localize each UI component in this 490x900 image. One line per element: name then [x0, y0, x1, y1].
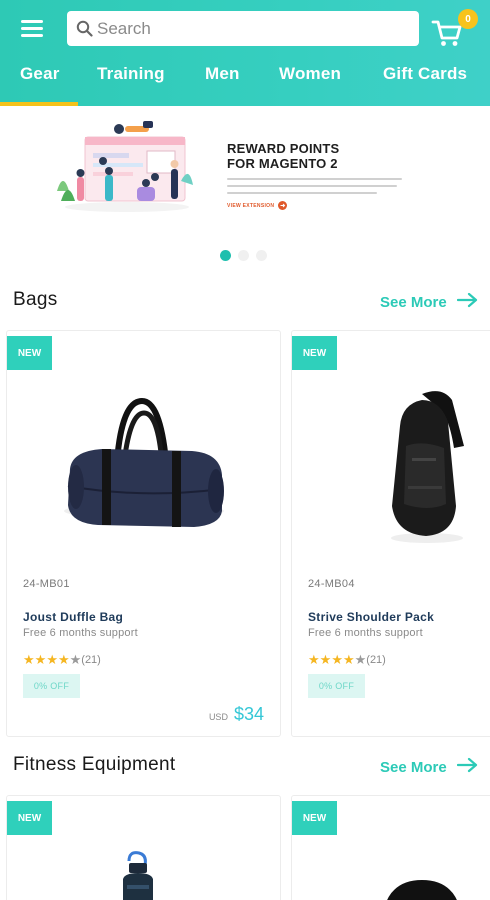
product-name[interactable]: Strive Shoulder Pack	[308, 610, 434, 624]
star-icon: ★	[34, 652, 47, 667]
product-rating: ★ ★ ★ ★ ★ (21)	[23, 653, 101, 666]
product-subtitle: Free 6 months support	[308, 627, 423, 639]
product-card[interactable]: NEW 24-MB04 Strive Shoulder Pack Free 6 …	[291, 330, 490, 737]
arrow-right-icon	[278, 201, 288, 210]
product-name[interactable]: Joust Duffle Bag	[23, 610, 123, 624]
promo-banner[interactable]: REWARD POINTS FOR MAGENTO 2 VIEW EXTENSI…	[0, 106, 490, 266]
product-image-duffle-bag	[64, 397, 224, 527]
star-icon: ★	[354, 652, 367, 667]
cart-button[interactable]: 0	[430, 9, 478, 48]
product-rating: ★ ★ ★ ★ ★ (21)	[308, 653, 386, 666]
review-count: (21)	[81, 653, 101, 666]
star-icon: ★	[331, 652, 343, 667]
star-icon: ★	[308, 652, 320, 667]
category-nav: Gear Training Men Women Gift Cards	[0, 56, 490, 106]
tab-gift-cards[interactable]: Gift Cards	[383, 64, 467, 84]
new-badge: NEW	[7, 336, 52, 370]
star-icon: ★	[57, 652, 70, 667]
new-badge: NEW	[292, 801, 337, 835]
new-badge: NEW	[7, 801, 52, 835]
section-title-fitness-equipment: Fitness Equipment	[13, 754, 176, 775]
product-price: USD $34	[209, 704, 264, 725]
see-more-fitness-link[interactable]: See More	[380, 757, 479, 777]
product-image-water-bottle	[123, 851, 153, 900]
new-badge: NEW	[292, 336, 337, 370]
review-count: (21)	[366, 653, 386, 666]
menu-icon[interactable]	[19, 16, 47, 42]
tab-men[interactable]: Men	[205, 64, 240, 84]
arrow-right-icon	[456, 292, 479, 312]
cart-count-badge: 0	[458, 9, 478, 29]
search-input[interactable]	[97, 18, 397, 39]
section-title-bags: Bags	[13, 289, 58, 310]
star-icon: ★	[46, 652, 58, 667]
search-bar[interactable]	[67, 11, 419, 46]
tab-gear[interactable]: Gear	[20, 64, 60, 84]
view-extension-link[interactable]: VIEW EXTENSION	[227, 201, 288, 210]
carousel-dot[interactable]	[256, 250, 267, 261]
search-icon	[74, 19, 94, 39]
banner-description	[227, 178, 402, 199]
product-sku: 24-MB01	[23, 578, 70, 590]
arrow-right-icon	[456, 757, 479, 777]
product-card[interactable]: NEW	[291, 795, 490, 900]
star-icon: ★	[23, 652, 35, 667]
star-icon: ★	[319, 652, 332, 667]
discount-badge: 0% OFF	[23, 674, 80, 698]
carousel-dots	[220, 250, 267, 261]
tab-training[interactable]: Training	[97, 64, 165, 84]
banner-illustration	[57, 121, 193, 212]
product-image-fitness-ball	[387, 880, 457, 900]
banner-title: REWARD POINTS FOR MAGENTO 2	[227, 141, 340, 171]
product-card[interactable]: NEW 24-MB01 Joust Duffle Bag Free 6 mont…	[6, 330, 281, 737]
discount-badge: 0% OFF	[308, 674, 365, 698]
price-currency: USD	[208, 712, 228, 722]
see-more-bags-link[interactable]: See More	[380, 292, 479, 312]
star-icon: ★	[342, 652, 355, 667]
product-sku: 24-MB04	[308, 578, 355, 590]
price-amount: $34	[233, 704, 264, 724]
product-card[interactable]: NEW	[6, 795, 281, 900]
carousel-dot[interactable]	[238, 250, 249, 261]
tab-women[interactable]: Women	[279, 64, 341, 84]
product-image-shoulder-pack	[391, 391, 464, 543]
carousel-dot[interactable]	[220, 250, 231, 261]
star-icon: ★	[69, 652, 82, 667]
product-subtitle: Free 6 months support	[23, 627, 138, 639]
app-header: 0 Gear Training Men Women Gift Cards	[0, 0, 490, 106]
